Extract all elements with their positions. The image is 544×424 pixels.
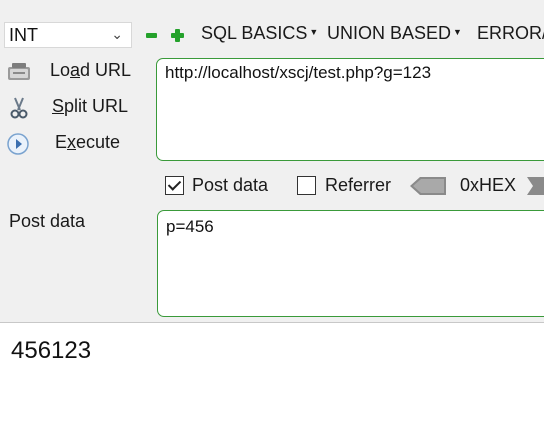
post-data-textarea[interactable]: p=456: [157, 210, 544, 317]
hex-encode-arrow-icon[interactable]: [527, 177, 544, 195]
page-output-text: 456123: [11, 337, 92, 364]
load-url-text-a: Lo: [50, 60, 71, 80]
referrer-checkbox-label: Referrer: [325, 175, 392, 195]
execute-mnemonic: x: [67, 132, 77, 152]
increase-level-icon[interactable]: [171, 29, 184, 42]
hex-label: 0xHEX: [460, 175, 517, 195]
url-value: http://localhost/xscj/test.php?g=123: [165, 63, 432, 82]
load-url-text-b: d URL: [80, 60, 132, 80]
load-url-mnemonic: a: [70, 60, 81, 80]
split-url-text-b: plit URL: [64, 96, 129, 116]
injection-type-select[interactable]: INT ⌄: [4, 22, 132, 48]
execute-text-b: ecute: [76, 132, 121, 152]
play-icon: [7, 133, 29, 155]
split-url-mnemonic: S: [52, 96, 65, 116]
hex-decode-arrow-icon[interactable]: [410, 177, 446, 195]
post-data-checkbox-label: Post data: [192, 175, 269, 195]
hackbar-panel: INT ⌄ SQL BASICS ▼ UNION BASED ▼ ERROR/ Lo…: [0, 0, 544, 323]
decrease-level-icon[interactable]: [146, 33, 157, 38]
menu-union-based-label: UNION BASED: [327, 23, 452, 43]
caret-down-icon: ▼: [309, 27, 319, 37]
chevron-down-icon: ⌄: [111, 26, 123, 42]
post-data-label: Post data: [9, 211, 86, 231]
menu-union-based[interactable]: UNION BASED ▼: [327, 23, 462, 44]
split-url-button[interactable]: Split URL: [0, 92, 150, 122]
execute-text-a: E: [55, 132, 68, 152]
referrer-checkbox[interactable]: [297, 176, 316, 195]
execute-button[interactable]: Execute: [0, 128, 150, 158]
post-data-value: p=456: [166, 217, 214, 236]
scissors-icon: [10, 97, 28, 119]
menu-error-based-label: ERROR/: [477, 23, 544, 43]
url-textarea[interactable]: http://localhost/xscj/test.php?g=123: [156, 58, 544, 161]
load-url-icon: [8, 63, 30, 80]
caret-down-icon: ▼: [453, 27, 462, 37]
menu-error-based[interactable]: ERROR/: [477, 23, 544, 44]
injection-type-value: INT: [9, 25, 38, 45]
menu-sql-basics[interactable]: SQL BASICS ▼: [201, 23, 318, 44]
menu-sql-basics-label: SQL BASICS: [201, 23, 308, 43]
post-data-checkbox[interactable]: [165, 176, 184, 195]
load-url-button[interactable]: Load URL: [0, 56, 150, 86]
